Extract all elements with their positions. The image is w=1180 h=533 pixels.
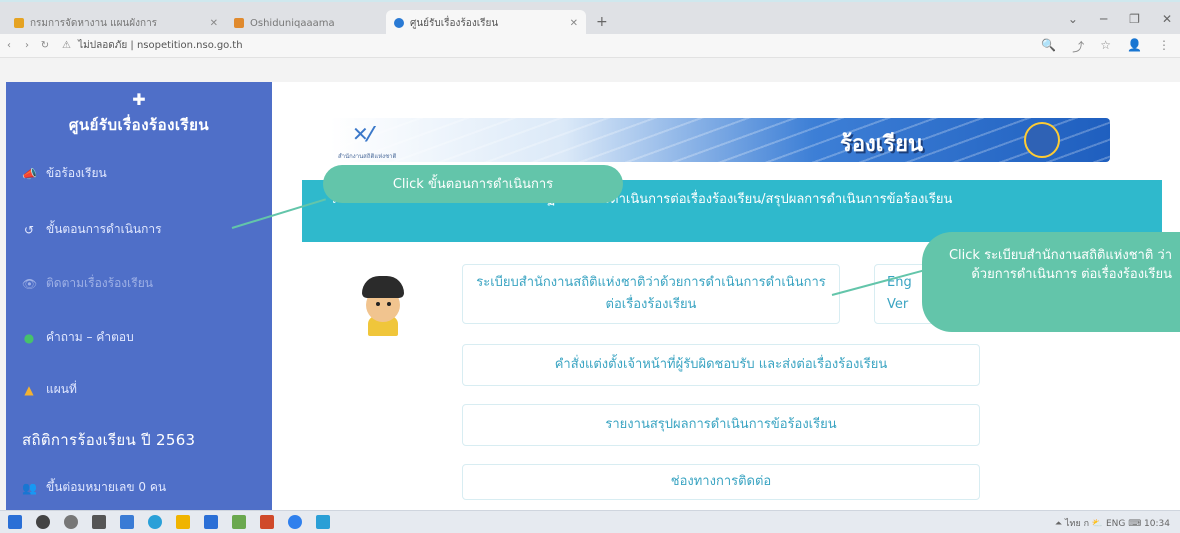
mail-icon[interactable] — [204, 515, 218, 529]
history-icon: ↺ — [23, 222, 35, 237]
sidebar-item-label: ขั้นตอนการดำเนินการ — [46, 222, 162, 236]
sidebar-item-label: ติดตามเรื่องร้องเรียน — [46, 276, 153, 290]
tab-search-icon[interactable]: ⌄ — [1068, 12, 1078, 26]
os-taskbar: ⏶ ไทย ก ⛅ ENG ⌨ 10:34 — [0, 510, 1180, 533]
maximize-icon[interactable]: ❐ — [1129, 12, 1140, 26]
tab-favicon-icon — [14, 18, 24, 28]
tab-label: Oshiduniqaaama — [250, 17, 335, 29]
edge-icon[interactable] — [148, 515, 162, 529]
online-users: 👥 ขึ้นต่อมหมายเลข 0 คน — [22, 478, 166, 497]
eye-icon: 👁 — [22, 276, 38, 291]
mascot-eye — [387, 302, 391, 306]
tab-favicon-icon — [234, 18, 244, 28]
banner-wave-decoration — [330, 118, 1110, 162]
new-tab-button[interactable]: + — [596, 14, 608, 30]
sidebar-item-label: คำถาม – คำตอบ — [46, 330, 134, 344]
profile-icon[interactable]: 👤 — [1127, 38, 1142, 55]
app-icon[interactable] — [260, 515, 274, 529]
system-tray[interactable]: ⏶ ไทย ก ⛅ ENG ⌨ 10:34 — [1055, 516, 1170, 530]
sidebar-item-faq[interactable]: ● คำถาม – คำตอบ — [22, 328, 134, 347]
online-users-label: ขึ้นต่อมหมายเลข 0 คน — [46, 480, 167, 494]
page-banner: ✕⁄ สำนักงานสถิติแห่งชาติ ร้องเรียน — [330, 118, 1110, 162]
menu-kebab-icon[interactable]: ⋮ — [1158, 38, 1170, 55]
banner-mascot-icon — [1024, 122, 1060, 158]
complaint-stats-title: สถิติการร้องเรียน ปี 2563 — [22, 431, 196, 449]
browser-tab-active[interactable]: ศูนย์รับเรื่องร้องเรียน ✕ — [386, 10, 586, 36]
close-window-icon[interactable]: ✕ — [1162, 12, 1172, 26]
address-bar-actions: 🔍 ⤴ ☆ 👤 ⋮ — [1041, 38, 1170, 55]
banner-subtitle: สำนักงานสถิติแห่งชาติ — [338, 153, 397, 160]
window-controls: ⌄ ─ ❐ ✕ — [1068, 12, 1172, 26]
search-icon[interactable] — [36, 515, 50, 529]
zoom-icon[interactable]: 🔍 — [1041, 38, 1056, 55]
sidebar-item-procedure[interactable]: ↺ ขั้นตอนการดำเนินการ — [22, 220, 162, 239]
bookmark-star-icon[interactable]: ☆ — [1100, 38, 1111, 55]
close-tab-icon[interactable]: ✕ — [570, 18, 578, 29]
mascot-hair — [362, 276, 404, 298]
reload-icon[interactable]: ↻ — [36, 40, 54, 51]
tab-label: ศูนย์รับเรื่องร้องเรียน — [410, 17, 499, 29]
cortana-icon[interactable] — [64, 515, 78, 529]
complaint-logo-icon: ✚ — [132, 90, 146, 109]
callout-procedure: Click ขั้นตอนการดำเนินการ — [323, 165, 623, 203]
page-top-strip — [0, 58, 1180, 82]
sidebar-item-complaint[interactable]: 📣 ข้อร้องเรียน — [22, 164, 107, 183]
megaphone-icon: 📣 — [22, 166, 37, 181]
forward-icon[interactable]: › — [18, 40, 36, 51]
browser-tab-1[interactable]: กรมการจัดหางาน แผนผังการ ✕ — [6, 10, 226, 36]
url-security-label: ไม่ปลอดภัย — [78, 40, 128, 51]
share-icon[interactable]: ⤴ — [1072, 38, 1084, 55]
complaint-report-link[interactable]: รายงานสรุปผลการดำเนินการข้อร้องเรียน — [462, 404, 980, 446]
map-icon: ▲ — [24, 382, 34, 397]
close-tab-icon[interactable]: ✕ — [210, 18, 218, 29]
back-icon[interactable]: ‹ — [0, 40, 18, 51]
browser-tab-2[interactable]: Oshiduniqaaama — [226, 10, 376, 36]
sidebar-brand[interactable]: ✚ ศูนย์รับเรื่องร้องเรียน — [6, 90, 272, 137]
start-icon[interactable] — [8, 515, 22, 529]
users-icon: 👥 — [22, 480, 37, 495]
taskbar-apps — [8, 515, 330, 529]
url-text: nsopetition.nso.go.th — [136, 40, 243, 51]
not-secure-icon[interactable]: ⚠ — [62, 40, 71, 51]
app-icon[interactable] — [232, 515, 246, 529]
question-icon: ● — [23, 330, 35, 345]
contact-channels-link[interactable]: ช่องทางการติดต่อ — [462, 464, 980, 500]
address-bar: ‹ › ↻ ⚠ ไม่ปลอดภัย | nsopetition.nso.go.… — [0, 34, 1180, 58]
banner-title: ร้องเรียน — [840, 132, 924, 157]
url-field[interactable]: ⚠ ไม่ปลอดภัย | nsopetition.nso.go.th — [62, 38, 243, 53]
sidebar-item-label: แผนที่ — [46, 382, 77, 396]
sidebar-brand-title: ศูนย์รับเรื่องร้องเรียน — [68, 116, 210, 134]
sidebar: ✚ ศูนย์รับเรื่องร้องเรียน 📣 ข้อร้องเรียน… — [6, 82, 272, 510]
browser-tab-bar: กรมการจัดหางาน แผนผังการ ✕ Oshiduniqaaam… — [0, 0, 1180, 36]
folder-icon[interactable] — [176, 515, 190, 529]
store-icon[interactable] — [120, 515, 134, 529]
regulation-link[interactable]: ระเบียบสำนักงานสถิติแห่งชาติว่าด้วยการดำ… — [462, 264, 840, 324]
app-icon[interactable] — [316, 515, 330, 529]
sidebar-item-map[interactable]: ▲ แผนที่ — [22, 380, 77, 399]
tab-label: กรมการจัดหางาน แผนผังการ — [30, 17, 158, 29]
task-view-icon[interactable] — [92, 515, 106, 529]
tab-favicon-icon — [394, 18, 404, 28]
chrome-icon[interactable] — [288, 515, 302, 529]
nso-logo-icon: ✕⁄ — [352, 122, 373, 146]
appointment-order-link[interactable]: คำสั่งแต่งตั้งเจ้าหน้าที่ผู้รับผิดชอบรับ… — [462, 344, 980, 386]
mascot-eye — [376, 302, 380, 306]
minimize-icon[interactable]: ─ — [1100, 12, 1107, 26]
sidebar-item-label: ข้อร้องเรียน — [46, 166, 107, 180]
sidebar-item-tracking[interactable]: 👁 ติดตามเรื่องร้องเรียน — [22, 274, 153, 293]
mascot-avatar — [356, 276, 410, 336]
callout-regulation: Click ระเบียบสำนักงานสถิติแห่งชาติ ว่าด้… — [922, 232, 1180, 332]
